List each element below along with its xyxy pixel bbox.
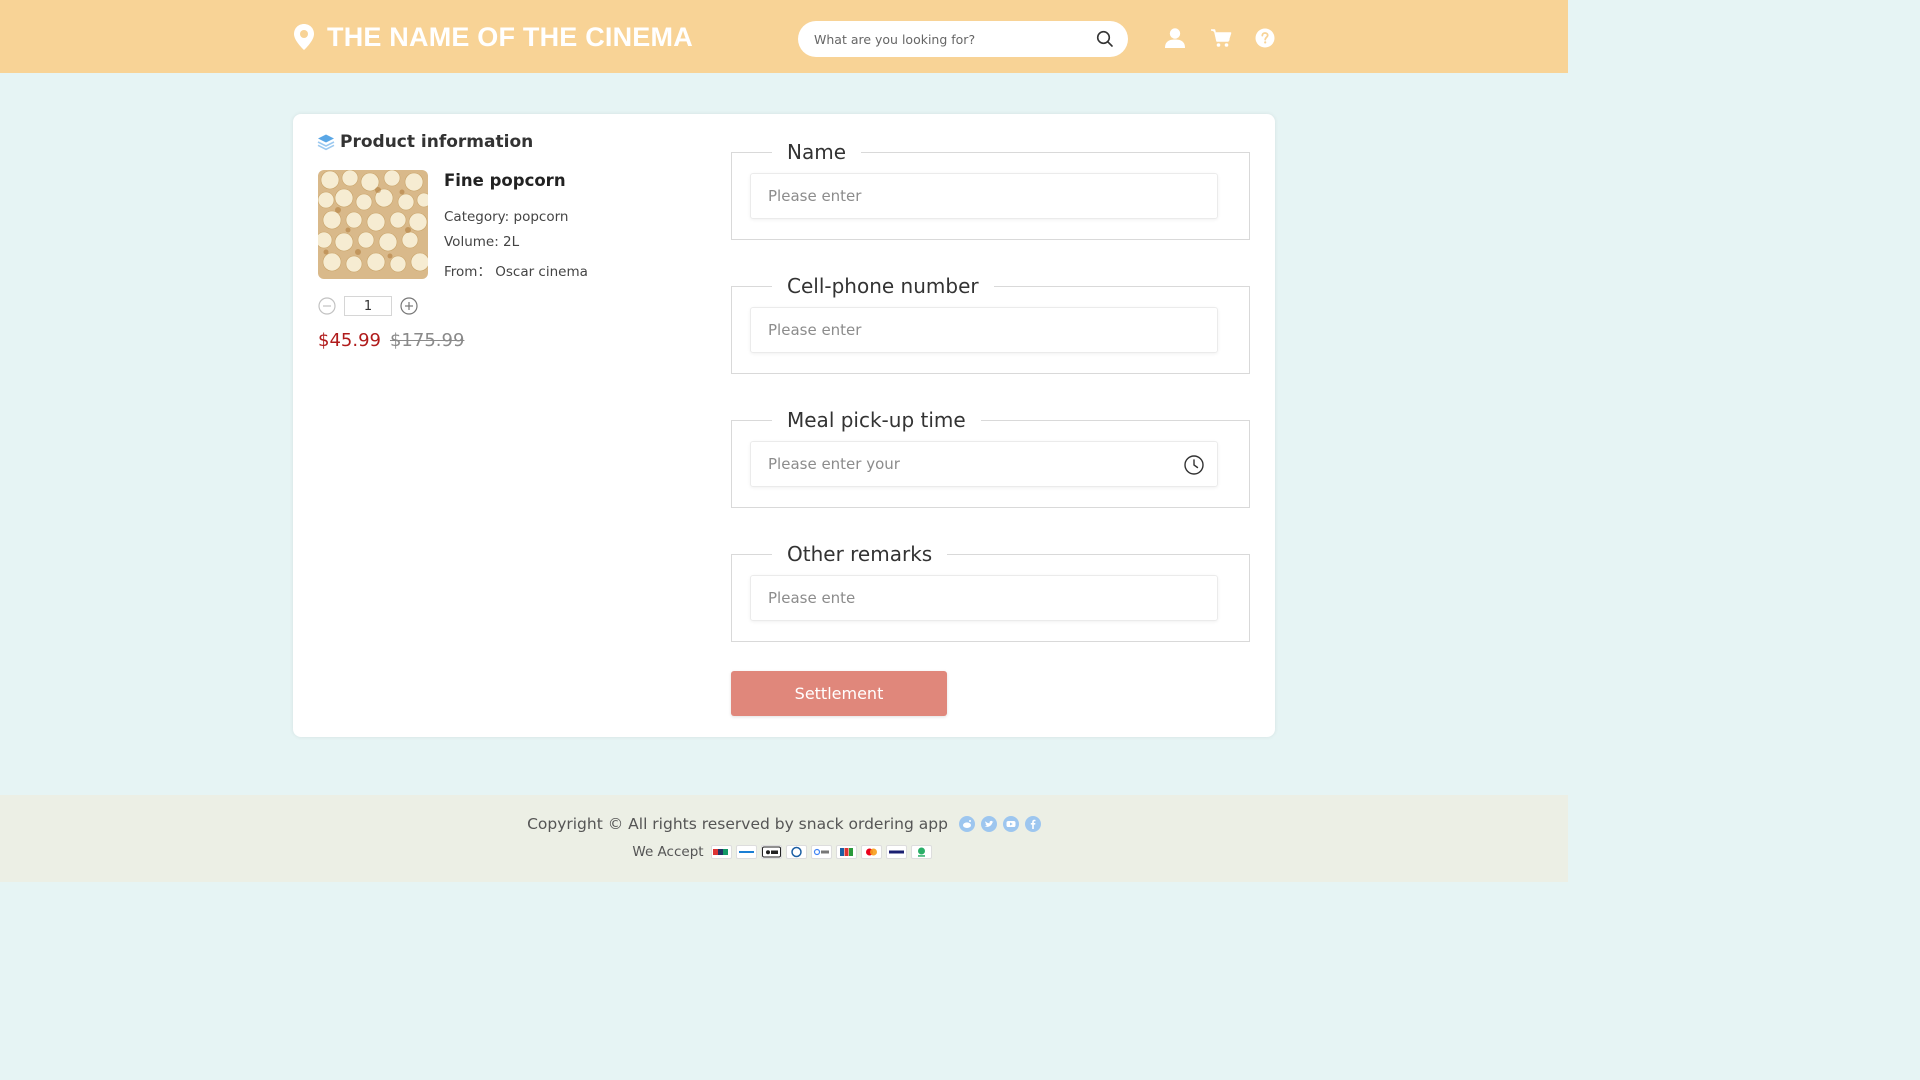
search-bar	[798, 21, 1128, 57]
copyright-row: Copyright © All rights reserved by snack…	[0, 815, 1568, 833]
search-icon[interactable]	[1096, 30, 1114, 48]
reddit-icon[interactable]	[958, 816, 975, 832]
name-field-box	[750, 173, 1218, 219]
product-category: Category: popcorn	[444, 209, 569, 225]
apple-pay-icon	[760, 845, 782, 859]
user-icon[interactable]	[1164, 27, 1186, 49]
product-image	[318, 170, 428, 279]
pickup-time-group: Meal pick-up time	[731, 407, 1250, 508]
unionpay-icon	[710, 845, 732, 859]
minus-icon[interactable]	[318, 297, 336, 315]
name-group: Name	[731, 139, 1250, 240]
mastercard-icon	[860, 845, 882, 859]
clock-icon[interactable]	[1183, 454, 1205, 476]
pickup-time-field-box	[750, 441, 1218, 487]
remarks-group: Other remarks	[731, 541, 1250, 642]
we-accept-label: We Accept	[632, 844, 704, 860]
facebook-icon[interactable]	[1024, 816, 1041, 832]
payment-row: We Accept	[0, 844, 1568, 860]
quantity-input[interactable]: 1	[344, 296, 392, 316]
google-pay-icon	[810, 845, 832, 859]
price-block: $45.99 $175.99	[318, 330, 464, 351]
phone-group: Cell-phone number	[731, 273, 1250, 374]
help-icon[interactable]	[1255, 28, 1275, 48]
twitter-icon[interactable]	[980, 816, 997, 832]
name-input[interactable]	[768, 187, 1168, 205]
current-price: $45.99	[318, 330, 381, 351]
wechat-pay-icon	[910, 845, 932, 859]
brand[interactable]: THE NAME OF THE CINEMA	[292, 20, 693, 54]
product-volume: Volume: 2L	[444, 234, 520, 250]
remarks-field-box	[750, 575, 1218, 621]
remarks-legend: Other remarks	[772, 541, 948, 567]
phone-legend: Cell-phone number	[772, 273, 994, 299]
settlement-button[interactable]: Settlement	[731, 671, 947, 716]
footer: Copyright © All rights reserved by snack…	[0, 795, 1568, 882]
phone-field-box	[750, 307, 1218, 353]
cart-icon[interactable]	[1210, 27, 1232, 49]
pickup-time-legend: Meal pick-up time	[772, 407, 981, 433]
product-info-title: Product information	[340, 132, 534, 152]
quantity-stepper: 1	[318, 296, 418, 316]
location-pin-icon	[294, 24, 314, 50]
visa-icon	[885, 845, 907, 859]
cinema-title: THE NAME OF THE CINEMA	[327, 21, 693, 52]
product-name: Fine popcorn	[444, 171, 566, 190]
copyright-text: Copyright © All rights reserved by snack…	[527, 815, 948, 833]
plus-icon[interactable]	[400, 297, 418, 315]
original-price: $175.99	[389, 330, 465, 351]
product-origin: From： Oscar cinema	[444, 264, 588, 280]
pickup-time-input[interactable]	[768, 455, 1168, 473]
product-info-header: Product information	[317, 132, 533, 152]
search-input[interactable]	[814, 31, 1074, 47]
name-legend: Name	[772, 139, 862, 165]
youtube-icon[interactable]	[1002, 816, 1019, 832]
jcb-icon	[835, 845, 857, 859]
phone-input[interactable]	[768, 321, 1168, 339]
remarks-input[interactable]	[768, 589, 1168, 607]
layers-icon	[317, 134, 335, 151]
alipay-icon	[735, 845, 757, 859]
top-header: THE NAME OF THE CINEMA	[0, 0, 1568, 73]
diners-icon	[785, 845, 807, 859]
order-card: Product information Fine popcorn Categor…	[293, 114, 1275, 737]
